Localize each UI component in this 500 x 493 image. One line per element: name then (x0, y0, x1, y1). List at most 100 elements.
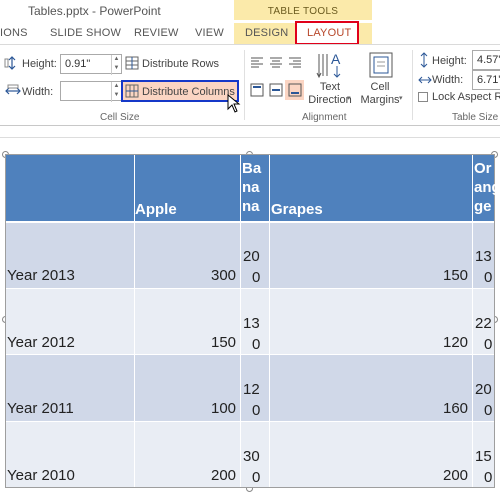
header-orange[interactable]: Or ang ge (474, 159, 500, 216)
table-width-input[interactable]: 6.71" (472, 70, 500, 90)
cell-width-input[interactable]: ▲ ▼ (60, 81, 122, 102)
layout-tab-highlight (295, 21, 359, 45)
cell-banana-line: 20 (243, 248, 260, 265)
cell-margins-dropdown-icon[interactable]: ▾ (399, 94, 403, 102)
table-height-value: 4.57" (477, 54, 500, 66)
cell-orange[interactable]: 22 0 (475, 313, 492, 355)
cell-banana[interactable]: 12 0 (243, 379, 260, 421)
align-right-icon[interactable] (288, 56, 302, 68)
cell-banana-line: 0 (252, 269, 261, 286)
align-bottom-icon[interactable] (288, 83, 302, 97)
table-height-input[interactable]: 4.57" (472, 50, 500, 70)
slide-boundary (0, 137, 500, 138)
table-width-label: Width: (432, 74, 464, 86)
cell-year[interactable]: Year 2010 (7, 467, 75, 484)
cell-height-input[interactable]: 0.91" ▲ ▼ (60, 54, 122, 75)
cell-height-spinner[interactable]: ▲ ▼ (111, 55, 121, 75)
cell-size-group-label: Cell Size (100, 112, 140, 123)
cell-banana-line: 13 (243, 315, 260, 332)
text-direction-dropdown-icon[interactable]: ▾ (347, 94, 351, 102)
cell-orange-line: 15 (475, 448, 492, 465)
tab-animations[interactable]: IONS (0, 27, 28, 39)
cell-banana[interactable]: 30 0 (243, 446, 260, 488)
cell-grapes[interactable]: 120 (443, 334, 468, 351)
header-banana-line: na (242, 198, 260, 215)
cell-orange-line: 20 (475, 381, 492, 398)
cell-year[interactable]: Year 2011 (7, 400, 74, 417)
cell-orange-line: 0 (484, 269, 493, 286)
cell-grapes[interactable]: 160 (443, 400, 468, 417)
tab-review[interactable]: REVIEW (134, 27, 179, 39)
cell-margins-button[interactable]: Cell Margins (356, 81, 404, 107)
align-left-icon[interactable] (250, 56, 264, 68)
row-height-icon (4, 56, 16, 70)
text-direction-icon: A (316, 51, 341, 79)
window-title: Tables.pptx - PowerPoint (28, 4, 161, 18)
distribute-columns-button[interactable]: Distribute Columns (142, 86, 235, 98)
cell-orange[interactable]: 13 0 (475, 246, 492, 288)
cell-apple[interactable]: 200 (211, 467, 236, 484)
header-apple[interactable]: Apple (135, 201, 177, 218)
cell-banana-line: 0 (252, 336, 261, 353)
column-divider (134, 155, 135, 487)
column-divider (240, 155, 241, 487)
cell-height-label: Height: (22, 58, 57, 70)
row-divider (6, 421, 494, 422)
header-orange-line: ge (474, 198, 492, 215)
cell-banana-line: 0 (252, 469, 261, 486)
align-top-icon[interactable] (250, 83, 264, 97)
table-size-group-label: Table Size (452, 112, 499, 123)
header-orange-line: Or (474, 160, 492, 177)
cell-year[interactable]: Year 2013 (7, 267, 75, 284)
group-separator (412, 50, 413, 120)
cell-grapes[interactable]: 200 (443, 467, 468, 484)
header-orange-line: ang (474, 179, 500, 196)
svg-text:A: A (331, 51, 341, 67)
group-separator (244, 50, 245, 120)
header-banana[interactable]: Ba na na (242, 159, 261, 216)
cell-apple[interactable]: 300 (211, 267, 236, 284)
cell-orange[interactable]: 20 0 (475, 379, 492, 421)
column-divider (472, 155, 473, 487)
distribute-rows-icon (125, 56, 139, 70)
cell-orange-line: 0 (484, 469, 493, 486)
cell-orange-line: 22 (475, 315, 492, 332)
mouse-pointer-icon (227, 94, 241, 113)
cell-margins-icon (369, 52, 393, 78)
cell-orange-line: 13 (475, 248, 492, 265)
data-table[interactable]: Apple Ba na na Grapes Or ang ge Year 201… (5, 154, 500, 488)
cell-banana[interactable]: 13 0 (243, 313, 260, 355)
cell-orange-line: 0 (484, 402, 493, 419)
header-banana-line: Ba (242, 160, 262, 177)
row-divider (6, 221, 494, 223)
row-divider (6, 288, 494, 289)
cell-banana[interactable]: 20 0 (243, 246, 260, 288)
table-height-label: Height: (432, 55, 467, 67)
align-center-icon[interactable] (269, 56, 283, 68)
cell-banana-line: 30 (243, 448, 260, 465)
alignment-group-label: Alignment (302, 112, 347, 123)
cell-width-spinner[interactable]: ▲ ▼ (111, 82, 121, 102)
lock-aspect-label: Lock Aspect Ra (432, 91, 500, 103)
table-width-value: 6.71" (477, 74, 500, 86)
distribute-rows-button[interactable]: Distribute Rows (142, 58, 219, 70)
column-divider (269, 155, 270, 487)
cell-width-label: Width: (22, 86, 54, 98)
tab-view[interactable]: VIEW (195, 27, 224, 39)
cell-apple[interactable]: 150 (211, 334, 236, 351)
align-middle-icon[interactable] (269, 83, 283, 97)
tab-slide-show[interactable]: SLIDE SHOW (50, 27, 121, 39)
cell-grapes[interactable]: 150 (443, 267, 468, 284)
header-grapes[interactable]: Grapes (271, 201, 323, 218)
cell-apple[interactable]: 100 (211, 400, 236, 417)
cell-height-value: 0.91" (65, 58, 91, 70)
lock-aspect-checkbox[interactable] (418, 92, 428, 102)
cell-orange[interactable]: 15 0 (475, 446, 492, 488)
tab-design[interactable]: DESIGN (245, 27, 288, 39)
cell-year[interactable]: Year 2012 (7, 334, 75, 351)
header-banana-line: na (242, 179, 260, 196)
cell-banana-line: 0 (252, 402, 261, 419)
table-height-icon (420, 52, 428, 68)
column-width-icon (5, 84, 21, 95)
cell-banana-line: 12 (243, 381, 260, 398)
